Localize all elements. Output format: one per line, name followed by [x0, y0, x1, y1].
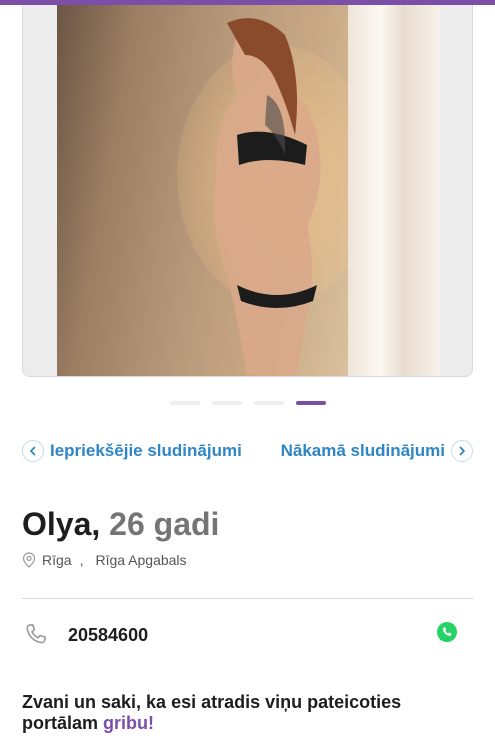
photo-figure-silhouette — [213, 18, 321, 375]
map-pin-icon — [22, 552, 36, 568]
profile-name: Olya, — [22, 506, 101, 542]
profile-title: Olya, 26 gadi — [22, 506, 219, 543]
profile-age: 26 gadi — [109, 506, 220, 542]
location-region[interactable]: Rīga Apgabals — [95, 552, 186, 568]
chevron-left-icon — [22, 440, 44, 462]
previous-listings-label: Iepriekšējie sludinājumi — [50, 441, 242, 460]
whatsapp-icon[interactable] — [435, 620, 459, 644]
next-listings-label: Nākamā sludinājumi — [280, 441, 445, 460]
previous-listings-link[interactable]: Iepriekšējie sludinājumi — [22, 438, 242, 464]
photo-curtain — [348, 5, 440, 376]
listing-photo[interactable] — [57, 5, 440, 376]
gallery-dot[interactable] — [212, 401, 242, 405]
location-city[interactable]: Rīga — [42, 552, 72, 568]
phone-number[interactable]: 20584600 — [68, 625, 148, 646]
section-divider — [22, 598, 473, 599]
phone-icon[interactable] — [22, 621, 50, 649]
gallery-pagination — [170, 401, 326, 405]
chevron-right-icon — [451, 440, 473, 462]
location-line: Rīga , Rīga Apgabals — [22, 552, 187, 568]
promo-brand-link[interactable]: gribu! — [103, 713, 154, 733]
promo-message: Zvani un saki, ka esi atradis viņu patei… — [22, 692, 402, 733]
gallery-dot[interactable] — [254, 401, 284, 405]
photo-gallery[interactable] — [22, 5, 473, 377]
location-separator: , — [79, 552, 84, 568]
promo-text: Zvani un saki, ka esi atradis viņu patei… — [22, 692, 462, 734]
next-listings-link[interactable]: Nākamā sludinājumi — [281, 438, 473, 464]
phone-row: 20584600 — [22, 618, 473, 652]
gallery-dot[interactable] — [170, 401, 200, 405]
gallery-dot-active[interactable] — [296, 401, 326, 405]
